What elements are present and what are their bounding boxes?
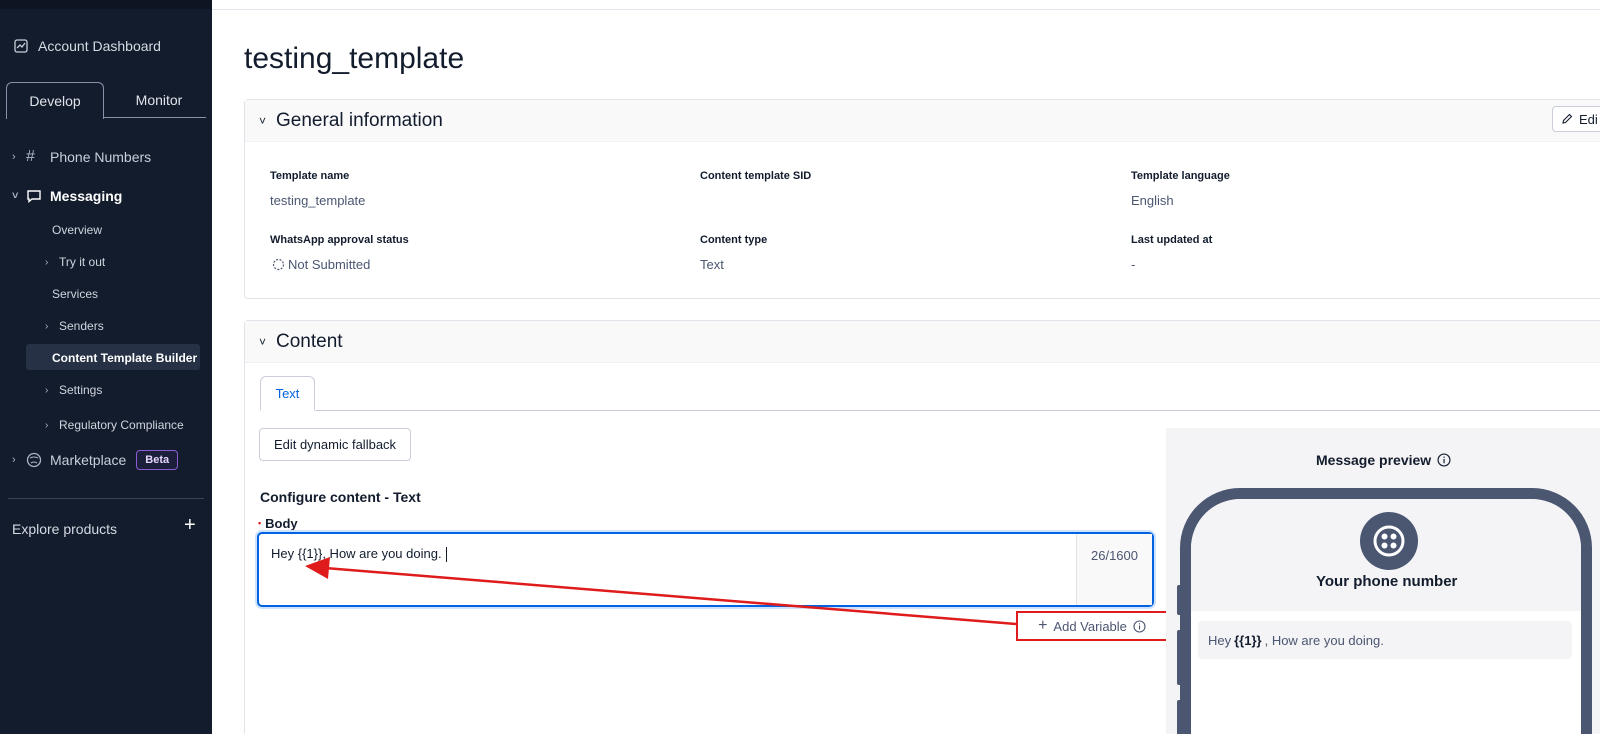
edit-dynamic-fallback-button[interactable]: Edit dynamic fallback	[259, 428, 411, 461]
explore-products-link[interactable]: Explore products	[12, 521, 117, 537]
sidebar-item-try-it-out[interactable]: › Try it out	[45, 255, 106, 269]
body-textarea[interactable]: Hey {{1}}, How are you doing. 26/1600	[257, 532, 1154, 607]
account-dashboard-link[interactable]: Account Dashboard	[14, 38, 161, 54]
sidebar-item-services[interactable]: Services	[52, 287, 98, 301]
tab-text[interactable]: Text	[260, 376, 315, 411]
chevron-right-icon: ›	[45, 320, 49, 332]
configure-content-title: Configure content - Text	[260, 489, 421, 505]
chevron-down-icon: ˅	[259, 334, 267, 349]
sidebar-item-settings[interactable]: › Settings	[45, 383, 103, 397]
sidebar: Account Dashboard Develop Monitor › # Ph…	[0, 0, 212, 734]
phone-side-button	[1177, 700, 1182, 734]
character-counter: 26/1600	[1076, 534, 1152, 605]
sidebar-item-overview[interactable]: Overview	[52, 223, 102, 237]
content-tabs-divider	[260, 410, 1600, 411]
chevron-right-icon: ›	[45, 256, 49, 268]
sidebar-item-content-template-builder[interactable]: Content Template Builder	[52, 351, 197, 365]
add-product-icon[interactable]: +	[184, 514, 196, 537]
sidebar-item-label: Senders	[59, 319, 104, 333]
last-updated-label: Last updated at	[1131, 234, 1213, 246]
sidebar-item-label: Phone Numbers	[50, 149, 152, 165]
info-icon[interactable]	[1133, 619, 1146, 633]
sidebar-item-phone-numbers[interactable]: › # Phone Numbers	[12, 148, 151, 166]
page-title: testing_template	[244, 42, 465, 75]
info-icon[interactable]	[1437, 453, 1451, 467]
marketplace-icon	[26, 452, 42, 468]
message-suffix: , How are you doing.	[1264, 632, 1384, 648]
content-header[interactable]: ˅ Content	[245, 321, 1600, 363]
message-prefix: Hey	[1208, 632, 1232, 648]
chevron-right-icon: ›	[45, 384, 49, 396]
add-variable-label: Add Variable	[1053, 618, 1127, 634]
tab-develop[interactable]: Develop	[6, 82, 104, 119]
template-language-value: English	[1131, 193, 1174, 208]
sidebar-item-marketplace[interactable]: › Marketplace Beta	[12, 450, 179, 470]
pencil-icon	[1562, 113, 1573, 124]
phone-side-button	[1177, 630, 1182, 685]
phone-name: Your phone number	[1316, 573, 1458, 590]
chat-bubble-icon	[27, 190, 41, 203]
body-text-value: Hey {{1}}, How are you doing.	[271, 546, 442, 561]
sidebar-item-label: Messaging	[50, 188, 123, 204]
phone-side-button	[1177, 585, 1182, 615]
dashboard-icon	[14, 39, 28, 53]
content-type-label: Content type	[700, 234, 768, 246]
message-variable: {{1}}	[1234, 632, 1262, 648]
general-information-title: General information	[276, 109, 443, 131]
pending-status-icon	[272, 258, 285, 271]
twilio-logo-icon	[1373, 525, 1405, 557]
edit-button-label: Edi	[1579, 111, 1598, 127]
tab-monitor[interactable]: Monitor	[110, 82, 208, 118]
hash-icon: #	[26, 148, 35, 165]
general-information-card: ˅ General information	[244, 99, 1600, 299]
text-cursor	[445, 547, 447, 563]
message-preview-title: Message preview	[1316, 452, 1451, 468]
general-information-header[interactable]: ˅ General information	[245, 100, 1600, 142]
sidebar-item-senders[interactable]: › Senders	[45, 319, 104, 333]
template-name-value: testing_template	[270, 193, 366, 208]
required-marker: •	[258, 518, 262, 528]
whatsapp-status-label: WhatsApp approval status	[270, 234, 409, 246]
avatar	[1360, 512, 1418, 570]
edit-button[interactable]: Edi	[1552, 106, 1600, 132]
account-dashboard-label: Account Dashboard	[38, 38, 161, 54]
last-updated-value: -	[1131, 257, 1136, 272]
content-title: Content	[276, 330, 343, 352]
content-sid-label: Content template SID	[700, 170, 812, 182]
beta-badge: Beta	[136, 450, 179, 470]
add-variable-button[interactable]: + Add Variable	[1016, 611, 1168, 641]
template-name-label: Template name	[270, 170, 350, 182]
sidebar-item-regulatory-compliance[interactable]: › Regulatory Compliance	[45, 418, 184, 432]
body-label: • Body	[258, 516, 298, 531]
chevron-right-icon: ›	[12, 151, 16, 163]
body-text: Hey {{1}}, How are you doing.	[271, 546, 447, 563]
chevron-right-icon: ›	[45, 419, 49, 431]
sidebar-divider	[8, 498, 204, 499]
sidebar-tabs: Develop Monitor	[6, 82, 208, 119]
sidebar-top-strip	[0, 0, 212, 9]
message-preview-label: Message preview	[1316, 452, 1432, 468]
chevron-down-icon: ˅	[259, 113, 267, 128]
sidebar-item-messaging[interactable]: ˅ Messaging	[12, 188, 122, 204]
chevron-down-icon: ˅	[12, 190, 19, 202]
plus-icon: +	[1038, 617, 1048, 634]
sidebar-item-label: Marketplace	[50, 452, 127, 468]
sidebar-item-label: Regulatory Compliance	[59, 418, 184, 432]
chevron-right-icon: ›	[12, 454, 16, 466]
whatsapp-status-text: Not Submitted	[288, 257, 371, 272]
content-type-value: Text	[700, 257, 724, 272]
sidebar-item-label: Settings	[59, 383, 103, 397]
top-divider	[212, 9, 1600, 10]
body-label-text: Body	[265, 516, 298, 531]
template-language-label: Template language	[1131, 170, 1230, 182]
whatsapp-status-value: Not Submitted	[272, 257, 370, 272]
sidebar-item-label: Try it out	[59, 255, 106, 269]
message-bubble: Hey {{1}} , How are you doing.	[1198, 621, 1572, 659]
